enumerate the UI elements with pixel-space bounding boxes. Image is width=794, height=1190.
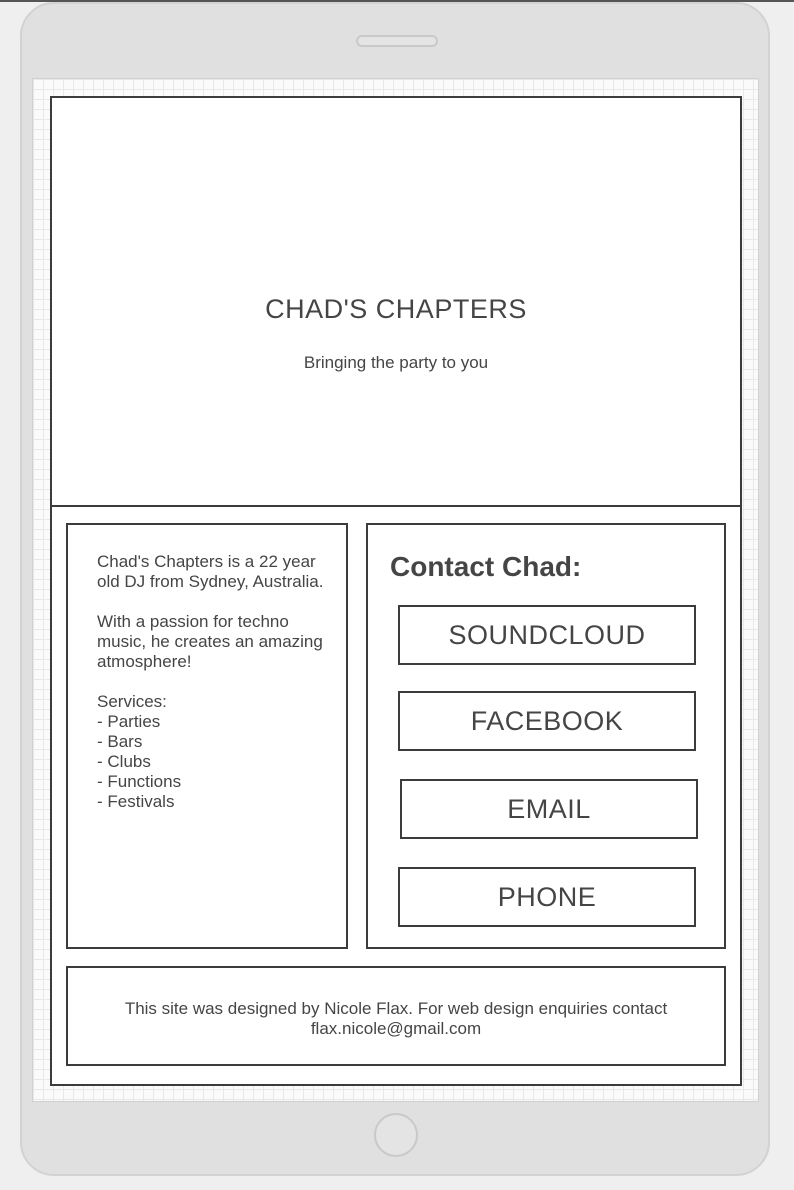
soundcloud-button[interactable]: SOUNDCLOUD (398, 605, 696, 665)
service-item: - Clubs (97, 752, 151, 771)
services-heading: Services: (97, 692, 167, 711)
hero-banner: CHAD'S CHAPTERS Bringing the party to yo… (52, 98, 740, 507)
about-panel: Chad's Chapters is a 22 year old DJ from… (66, 523, 348, 949)
about-intro: Chad's Chapters is a 22 year old DJ from… (97, 552, 324, 591)
service-item: - Parties (97, 712, 161, 731)
tablet-frame: CHAD'S CHAPTERS Bringing the party to yo… (20, 2, 770, 1176)
facebook-button[interactable]: FACEBOOK (398, 691, 696, 751)
about-passion: With a passion for techno music, he crea… (97, 612, 323, 671)
contact-panel: Contact Chad: SOUNDCLOUD FACEBOOK EMAIL … (366, 523, 726, 949)
service-item: - Functions (97, 772, 182, 791)
home-button[interactable] (374, 1113, 418, 1157)
footer-credit: This site was designed by Nicole Flax. F… (124, 999, 668, 1038)
contact-heading: Contact Chad: (390, 551, 582, 582)
phone-button[interactable]: PHONE (398, 867, 696, 927)
about-text: Chad's Chapters is a 22 year old DJ from… (97, 552, 342, 812)
service-item: - Festivals (97, 792, 175, 811)
footer: This site was designed by Nicole Flax. F… (66, 966, 726, 1066)
site-tagline: Bringing the party to you (303, 353, 489, 372)
website-page: CHAD'S CHAPTERS Bringing the party to yo… (50, 96, 742, 1086)
screen: CHAD'S CHAPTERS Bringing the party to yo… (32, 78, 759, 1102)
site-title: CHAD'S CHAPTERS (265, 294, 527, 324)
speaker-slot (356, 35, 438, 47)
service-item: - Bars (97, 732, 143, 751)
email-button[interactable]: EMAIL (400, 779, 698, 839)
